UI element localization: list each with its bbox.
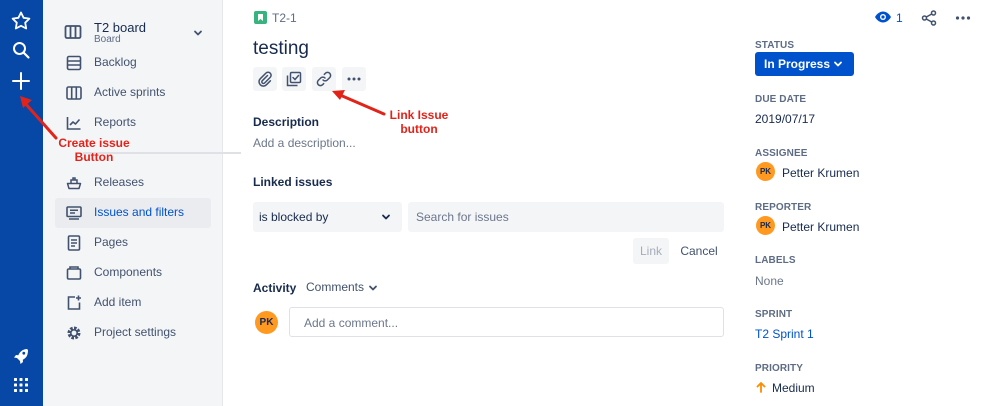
due-date-label: DUE DATE	[755, 94, 807, 105]
due-date-value[interactable]: 2019/07/17	[755, 112, 815, 126]
annotation-text: Create issue	[58, 136, 130, 150]
plus-icon[interactable]	[9, 69, 33, 93]
releases-icon	[65, 174, 83, 192]
reports-icon	[65, 114, 83, 132]
cancel-button[interactable]: Cancel	[676, 238, 722, 264]
sprint-value[interactable]: T2 Sprint 1	[755, 327, 814, 341]
board-title[interactable]: T2 board	[94, 20, 146, 35]
link-button[interactable]: Link	[633, 238, 669, 264]
comment-placeholder: Add a comment...	[304, 316, 399, 330]
board-icon	[63, 22, 83, 42]
sidebar-item-project-settings[interactable]: Project settings	[55, 318, 211, 348]
sprint-label: SPRINT	[755, 309, 793, 320]
activity-filter-dropdown[interactable]: Comments	[300, 276, 384, 298]
chevron-down-icon	[367, 282, 379, 294]
sidebar-item-active-sprints[interactable]: Active sprints	[55, 78, 211, 108]
board-subtitle: Board	[94, 34, 121, 45]
link-type-select[interactable]: is blocked by	[253, 202, 402, 232]
pages-icon	[65, 234, 83, 252]
project-sidebar: T2 board Board Backlog Active sprints Re…	[43, 0, 241, 406]
sidebar-item-add-item[interactable]: Add item	[55, 288, 211, 318]
settings-icon	[65, 324, 83, 342]
sidebar-item-label: Add item	[94, 295, 142, 309]
assignee-name[interactable]: Petter Krumen	[782, 166, 859, 180]
activity-heading: Activity	[253, 281, 297, 295]
annotation-link-issue: Link Issue button	[376, 108, 462, 136]
sidebar-item-label: Components	[94, 265, 163, 279]
app-switcher-icon[interactable]	[9, 373, 33, 397]
share-icon[interactable]	[920, 9, 938, 27]
story-icon	[254, 11, 267, 24]
create-subtask-button[interactable]	[282, 67, 306, 91]
description-field[interactable]: Add a description...	[253, 136, 356, 150]
sidebar-item-releases[interactable]: Releases	[55, 168, 211, 198]
chevron-down-icon	[832, 58, 844, 70]
sidebar-item-components[interactable]: Components	[55, 258, 211, 288]
labels-label: LABELS	[755, 255, 796, 266]
annotation-text: Link Issue	[389, 108, 449, 122]
labels-value[interactable]: None	[755, 274, 784, 288]
sidebar-item-label: Issues and filters	[94, 205, 185, 219]
watch-count[interactable]: 1	[896, 11, 903, 25]
components-icon	[65, 264, 83, 282]
sidebar-item-backlog[interactable]: Backlog	[55, 48, 211, 78]
assignee-label: ASSIGNEE	[755, 148, 808, 159]
sidebar-item-label: Project settings	[94, 325, 177, 339]
annotation-text: Button	[74, 150, 114, 164]
active-sprints-icon	[65, 84, 83, 102]
annotation-text: button	[400, 122, 438, 136]
sidebar-item-label: Releases	[94, 175, 145, 189]
link-type-value: is blocked by	[259, 210, 329, 224]
status-button[interactable]: In Progress	[755, 52, 854, 76]
issues-filters-icon	[65, 204, 83, 222]
sidebar-item-issues-and-filters[interactable]: Issues and filters	[55, 198, 211, 228]
eye-icon[interactable]	[874, 10, 892, 24]
annotation-create-issue: Create issue Button	[48, 136, 140, 164]
comment-input[interactable]: Add a comment...	[289, 307, 724, 337]
priority-label: PRIORITY	[755, 363, 804, 374]
star-icon[interactable]	[9, 9, 33, 33]
reporter-name[interactable]: Petter Krumen	[782, 220, 859, 234]
activity-filter-value: Comments	[306, 280, 365, 294]
rocket-icon[interactable]	[9, 344, 33, 368]
attach-button[interactable]	[253, 67, 277, 91]
status-label: STATUS	[755, 40, 795, 51]
avatar: PK	[756, 216, 775, 235]
priority-value[interactable]: Medium	[772, 381, 815, 395]
description-heading: Description	[253, 115, 320, 129]
issue-title[interactable]: testing	[253, 38, 309, 60]
avatar: PK	[255, 311, 278, 334]
reporter-label: REPORTER	[755, 202, 812, 213]
linked-issues-heading: Linked issues	[253, 175, 333, 189]
chevron-down-icon	[380, 211, 392, 223]
issue-key[interactable]: T2-1	[272, 11, 297, 25]
backlog-icon	[65, 54, 83, 72]
avatar: PK	[756, 162, 775, 181]
status-value: In Progress	[764, 57, 831, 71]
sidebar-item-label: Reports	[94, 115, 137, 129]
search-icon[interactable]	[9, 38, 33, 62]
sidebar-item-label: Active sprints	[94, 85, 166, 99]
sidebar-item-label: Backlog	[94, 55, 137, 69]
sidebar-item-pages[interactable]: Pages	[55, 228, 211, 258]
chevron-down-icon[interactable]	[192, 27, 204, 39]
global-navigation	[0, 0, 43, 406]
sidebar-item-reports[interactable]: Reports	[55, 108, 211, 138]
sidebar-item-label: Pages	[94, 235, 129, 249]
priority-medium-icon	[755, 381, 767, 393]
more-options-icon[interactable]	[954, 9, 972, 27]
search-placeholder: Search for issues	[416, 210, 509, 224]
add-item-icon	[65, 294, 83, 312]
issue-search-input[interactable]: Search for issues	[408, 202, 724, 232]
